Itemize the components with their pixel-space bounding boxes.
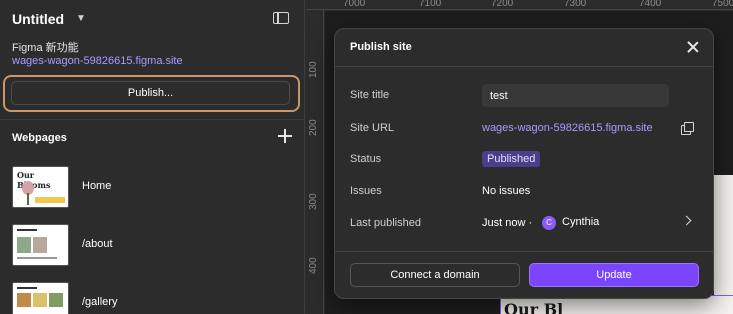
publisher-name: Cynthia xyxy=(562,216,600,228)
webpages-title: Webpages xyxy=(12,132,67,144)
page-label: /about xyxy=(82,238,113,250)
issues-value: No issues xyxy=(482,185,531,197)
page-thumbnail xyxy=(12,224,69,266)
divider xyxy=(0,119,305,120)
add-page-icon[interactable] xyxy=(278,129,292,143)
file-title[interactable]: Untitled xyxy=(12,11,64,27)
divider xyxy=(335,66,713,67)
avatar: C xyxy=(542,216,556,230)
copy-icon[interactable] xyxy=(681,122,694,135)
left-panel: Untitled ▼ Figma 新功能 wages-wagon-5982661… xyxy=(0,0,305,314)
connect-domain-button[interactable]: Connect a domain xyxy=(350,263,520,287)
publish-button[interactable]: Publish... xyxy=(11,81,290,105)
last-published-value: Just now · xyxy=(482,217,533,229)
site-name: Figma 新功能 xyxy=(12,42,79,54)
page-thumbnail: Our Blooms xyxy=(12,166,69,208)
site-title-label: Site title xyxy=(350,89,390,101)
ruler-tick-label: 7500 xyxy=(712,0,733,9)
ruler-tick-label: 7100 xyxy=(419,0,442,9)
page-label: /gallery xyxy=(82,296,118,308)
last-published-label: Last published xyxy=(350,217,421,229)
issues-label: Issues xyxy=(350,185,382,197)
chevron-right-icon[interactable] xyxy=(681,215,692,226)
dialog-title: Publish site xyxy=(350,41,412,53)
horizontal-ruler: 7000 7100 7200 7300 7400 7500 xyxy=(306,0,733,10)
chevron-down-icon[interactable]: ▼ xyxy=(76,13,86,24)
ruler-tick-label: 7300 xyxy=(564,0,587,9)
page-label: Home xyxy=(82,180,112,192)
site-title-input[interactable] xyxy=(482,84,669,107)
status-label: Status xyxy=(350,153,382,165)
site-url-label: Site URL xyxy=(350,122,395,134)
sidebar-toggle-icon[interactable] xyxy=(273,12,289,24)
page-item-about[interactable]: /about xyxy=(12,224,302,266)
close-icon[interactable] xyxy=(687,41,699,53)
site-url-link[interactable]: wages-wagon-59826615.figma.site xyxy=(482,122,672,134)
page-thumbnail xyxy=(12,282,69,314)
canvas-frame-edge xyxy=(714,175,733,295)
ruler-tick-label: 100 xyxy=(308,61,319,78)
ruler-tick-label: 200 xyxy=(308,119,319,136)
update-button[interactable]: Update xyxy=(529,263,699,287)
vertical-ruler: 100 200 300 400 xyxy=(306,10,324,314)
ruler-tick-label: 7400 xyxy=(639,0,662,9)
ruler-tick-label: 7000 xyxy=(343,0,366,9)
ruler-tick-label: 400 xyxy=(308,257,319,274)
page-item-home[interactable]: Our Blooms Home xyxy=(12,166,302,208)
ruler-tick-label: 300 xyxy=(308,193,319,210)
page-item-gallery[interactable]: /gallery xyxy=(12,282,302,314)
ruler-tick-label: 7200 xyxy=(491,0,514,9)
publish-site-dialog: Publish site Site title Site URL wages-w… xyxy=(334,28,714,299)
status-badge: Published xyxy=(482,151,541,167)
canvas-frame-heading: Our Bl xyxy=(504,300,564,314)
site-url-link[interactable]: wages-wagon-59826615.figma.site xyxy=(12,55,183,67)
divider xyxy=(335,251,713,252)
